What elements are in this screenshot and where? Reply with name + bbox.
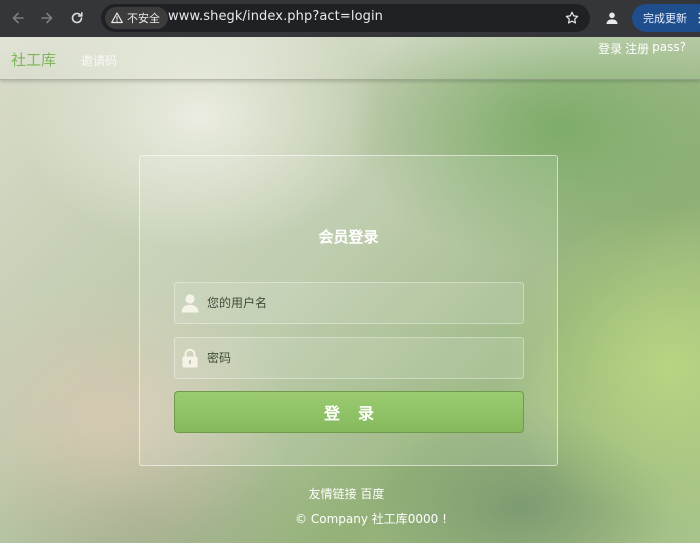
person-icon bbox=[606, 12, 618, 24]
arrow-right-icon bbox=[41, 12, 53, 24]
star-icon bbox=[565, 11, 579, 24]
forward-button[interactable] bbox=[37, 8, 57, 28]
footer-link-friends[interactable]: 友情链接 bbox=[309, 487, 357, 501]
login-submit-button[interactable]: 登录 bbox=[174, 391, 524, 433]
back-button[interactable] bbox=[8, 8, 28, 28]
security-indicator[interactable]: 不安全 bbox=[105, 7, 168, 29]
browser-toolbar: 不安全 www.shegk/index.php?act=login 完成更新 ⋮ bbox=[0, 0, 700, 37]
footer-link-baidu[interactable]: 百度 bbox=[360, 487, 384, 501]
reload-icon bbox=[71, 12, 83, 24]
bookmark-button[interactable] bbox=[562, 8, 582, 28]
login-title: 会员登录 bbox=[318, 228, 379, 246]
footer-links: 友情链接 百度 bbox=[0, 485, 693, 502]
password-field[interactable] bbox=[174, 337, 524, 379]
arrow-left-icon bbox=[12, 12, 24, 24]
url-text[interactable]: www.shegk/index.php?act=login bbox=[168, 9, 383, 24]
copyright-text: © Company 社工库0000 ! bbox=[295, 512, 447, 526]
update-button-label: 完成更新 bbox=[643, 12, 687, 25]
username-field[interactable] bbox=[174, 282, 524, 324]
nav-register-link[interactable]: 注册 bbox=[625, 40, 649, 57]
update-button[interactable]: 完成更新 ⋮ bbox=[632, 4, 700, 32]
site-brand[interactable]: 社工库 bbox=[11, 49, 56, 70]
kebab-menu-icon: ⋮ bbox=[693, 10, 700, 26]
nav-right-links: 登录 注册 pass? bbox=[598, 40, 686, 57]
page-viewport: 社工库 邀请码 登录 注册 pass? 会员登录 您的用户名 登录 友情链接 百… bbox=[0, 37, 700, 543]
reload-button[interactable] bbox=[67, 8, 87, 28]
login-card: 会员登录 登录 bbox=[139, 155, 558, 466]
warning-triangle-icon bbox=[111, 12, 123, 24]
lock-icon bbox=[181, 347, 199, 369]
site-navbar: 社工库 邀请码 登录 注册 pass? bbox=[0, 37, 700, 80]
address-bar[interactable]: 不安全 www.shegk/index.php?act=login bbox=[101, 4, 590, 32]
profile-button[interactable] bbox=[601, 7, 623, 29]
invite-code-link[interactable]: 邀请码 bbox=[81, 52, 117, 69]
password-input[interactable] bbox=[207, 338, 507, 378]
security-label: 不安全 bbox=[127, 12, 160, 25]
nav-forgot-password-link[interactable]: pass? bbox=[652, 40, 686, 57]
username-input[interactable] bbox=[207, 283, 507, 323]
user-icon bbox=[181, 292, 199, 314]
nav-login-link[interactable]: 登录 bbox=[598, 40, 622, 57]
